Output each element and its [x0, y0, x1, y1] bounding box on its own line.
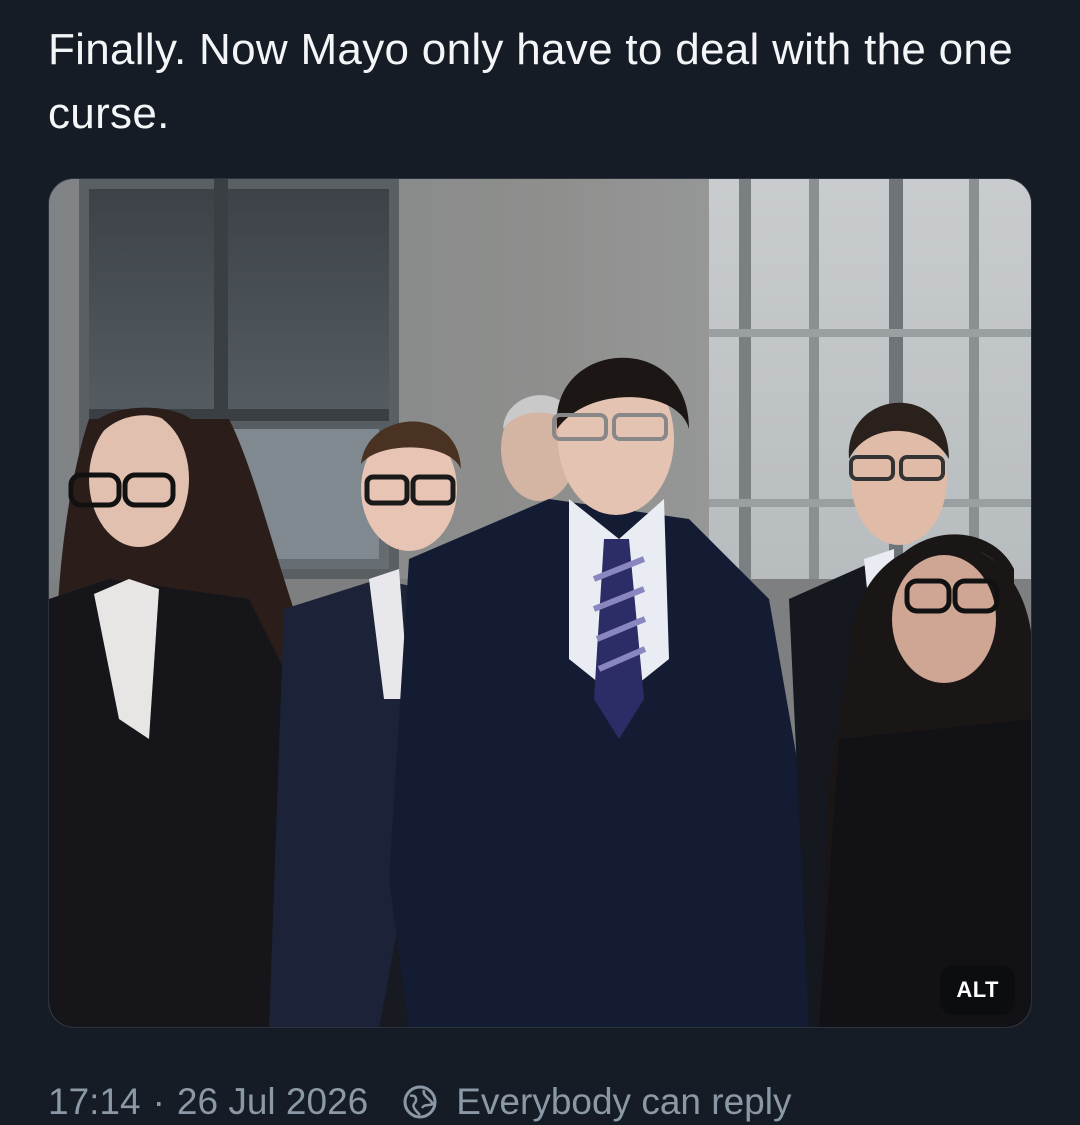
post-time[interactable]: 17:14	[48, 1081, 141, 1123]
post-text: Finally. Now Mayo only have to deal with…	[48, 25, 1013, 138]
meta-separator: ·	[152, 1081, 165, 1122]
globe-icon	[400, 1082, 440, 1122]
alt-text-button[interactable]: ALT	[940, 965, 1015, 1015]
post-meta: 17:14 · 26 Jul 2026 Everybody can reply	[48, 1076, 791, 1125]
post: Finally. Now Mayo only have to deal with…	[0, 0, 1080, 1125]
post-photo[interactable]: ALT	[48, 178, 1032, 1028]
post-date[interactable]: 26 Jul 2026	[177, 1081, 368, 1123]
reply-setting[interactable]: Everybody can reply	[456, 1081, 791, 1123]
photo-image	[49, 179, 1031, 1027]
